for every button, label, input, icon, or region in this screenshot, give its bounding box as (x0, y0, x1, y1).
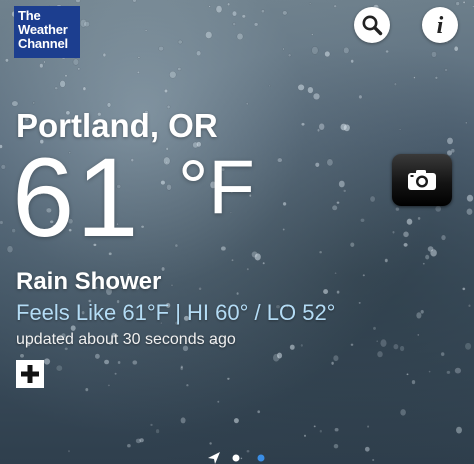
current-temperature: 61 (12, 135, 141, 260)
logo-line-2: Weather (18, 22, 68, 37)
add-location-button[interactable] (16, 360, 44, 388)
search-icon (362, 15, 383, 36)
info-button[interactable]: i (422, 7, 458, 43)
logo-line-3: Channel (18, 36, 68, 51)
page-indicator[interactable] (204, 448, 274, 464)
feels-like-hi-lo: Feels Like 61°F | HI 60° / LO 52° (16, 300, 336, 325)
weather-condition: Rain Shower (16, 268, 162, 295)
weather-screen: The Weather Channel i Portland, OR 61 °F… (0, 0, 474, 464)
page-dot (232, 454, 240, 462)
info-icon: i (436, 12, 444, 39)
location-arrow-icon (208, 452, 220, 464)
logo-line-1: The (18, 8, 41, 23)
updated-timestamp: updated about 30 seconds ago (16, 331, 236, 348)
page-dot-active (257, 454, 265, 462)
temperature-unit: °F (178, 145, 255, 230)
search-button[interactable] (354, 7, 390, 43)
camera-button[interactable] (392, 154, 452, 206)
camera-icon (408, 170, 436, 190)
weather-channel-logo[interactable]: The Weather Channel (14, 6, 80, 58)
plus-icon (21, 365, 39, 383)
